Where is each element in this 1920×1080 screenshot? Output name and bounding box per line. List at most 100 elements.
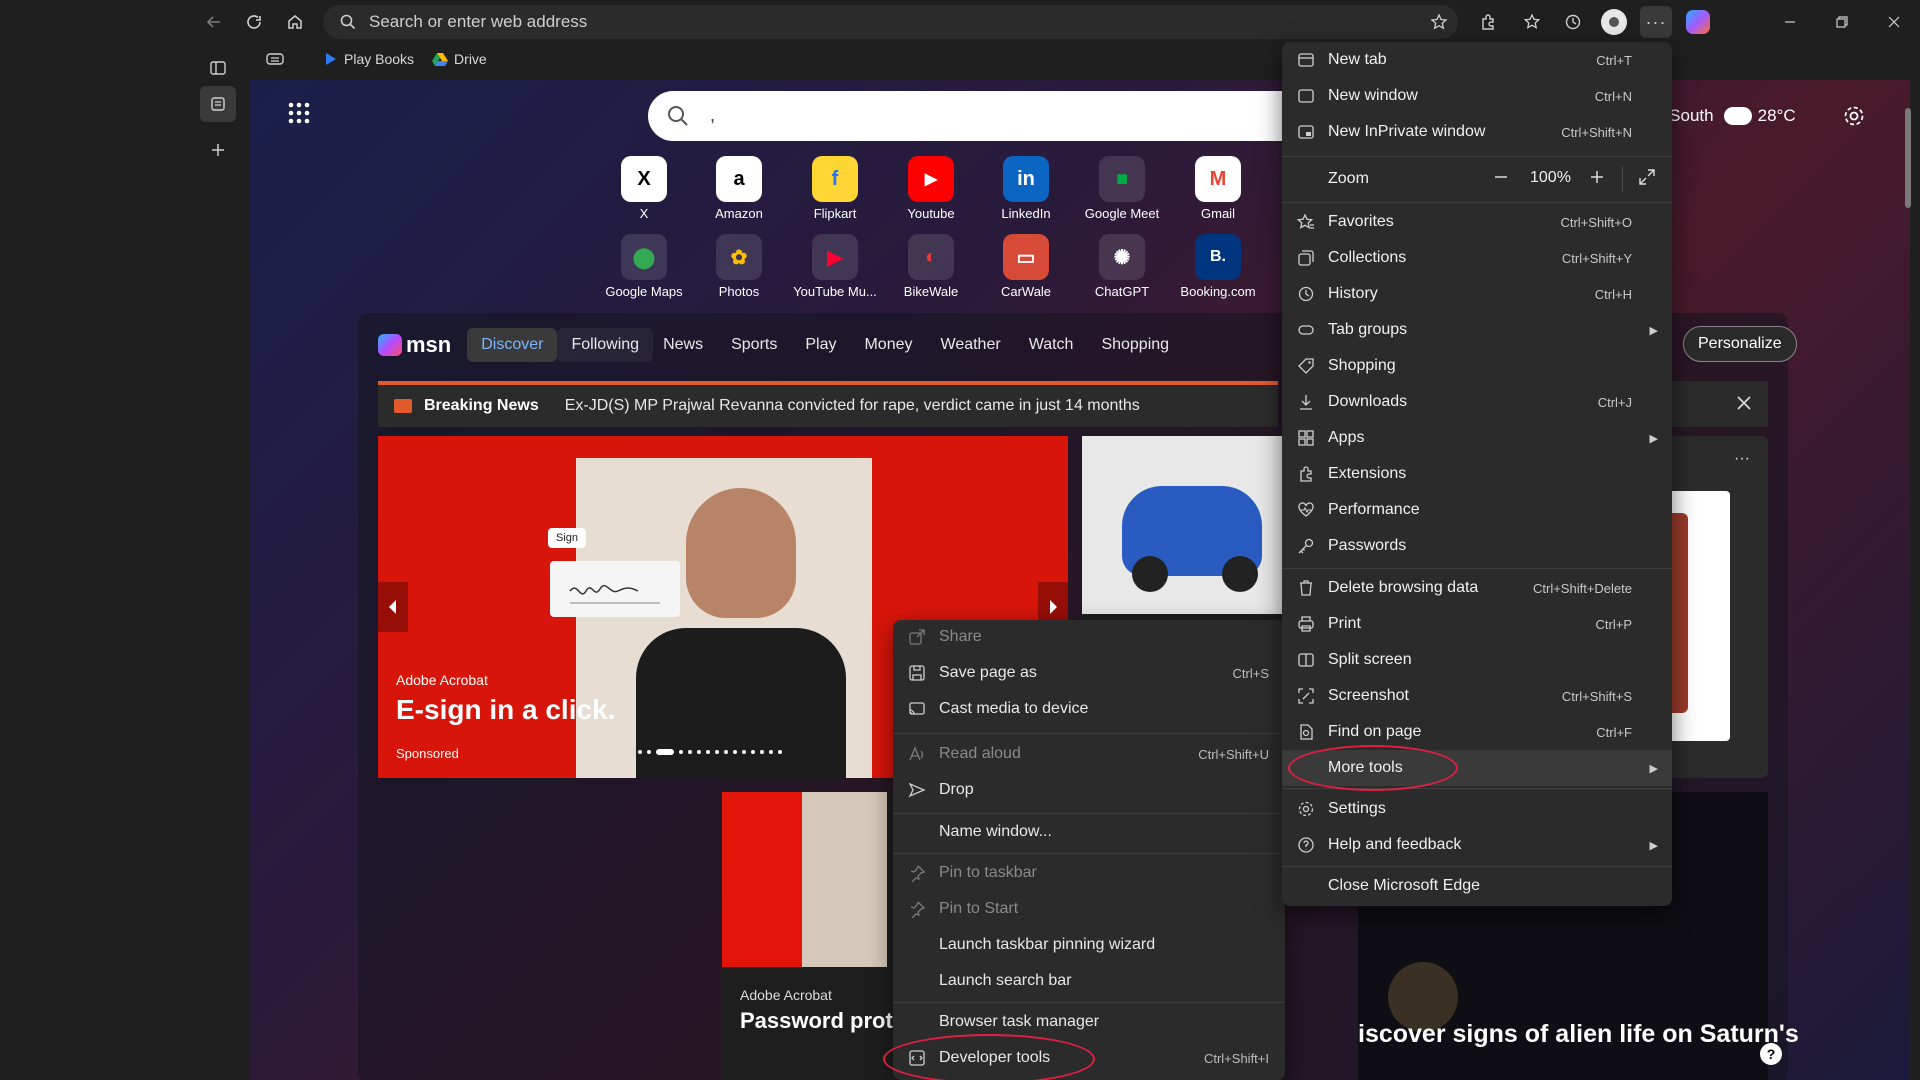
menu-item-browser-task-manager[interactable]: Browser task manager	[893, 1005, 1285, 1039]
star-icon[interactable]	[1430, 13, 1448, 31]
settings-and-more-button[interactable]: ···	[1640, 6, 1672, 38]
menu-item-cast-media[interactable]: Cast media to device	[893, 692, 1285, 726]
active-tab[interactable]	[200, 86, 236, 122]
menu-item-launch-search-bar[interactable]: Launch search bar	[893, 964, 1285, 998]
menu-item-find-on-page[interactable]: Find on page Ctrl+F	[1282, 714, 1672, 750]
nav-tab-shopping[interactable]: Shopping	[1101, 336, 1169, 354]
back-button[interactable]	[198, 6, 230, 38]
menu-item-screenshot[interactable]: Screenshot Ctrl+Shift+S	[1282, 678, 1672, 714]
quick-link-youtube-music[interactable]: ▶ YouTube Mu...	[790, 234, 880, 299]
web-search-box[interactable]: ,	[648, 91, 1308, 141]
help-icon[interactable]: ?	[1760, 1043, 1782, 1065]
menu-item-history[interactable]: History Ctrl+H	[1282, 276, 1672, 312]
menu-item-name-window[interactable]: Name window...	[893, 815, 1285, 849]
bookmark-play-books[interactable]: Play Books	[324, 51, 414, 67]
history-button[interactable]	[1557, 6, 1589, 38]
menu-item-help-feedback[interactable]: Help and feedback ▶	[1282, 827, 1672, 863]
msn-logo[interactable]: msn	[378, 332, 451, 358]
personalize-button[interactable]: Personalize	[1683, 326, 1797, 362]
menu-item-pin-to-taskbar[interactable]: Pin to taskbar	[893, 856, 1285, 890]
nav-tab-discover[interactable]: Discover	[467, 328, 558, 362]
menu-item-extensions[interactable]: Extensions	[1282, 456, 1672, 492]
menu-item-pin-to-start[interactable]: Pin to Start	[893, 892, 1285, 926]
quick-link-bikewale[interactable]: ◐ BikeWale	[886, 234, 976, 299]
menu-item-new-tab[interactable]: New tab Ctrl+T	[1282, 42, 1672, 78]
page-settings-button[interactable]	[1842, 104, 1866, 128]
quick-link-chatgpt[interactable]: ✺ ChatGPT	[1077, 234, 1167, 299]
menu-item-new-window[interactable]: New window Ctrl+N	[1282, 78, 1672, 114]
menu-item-performance[interactable]: Performance	[1282, 492, 1672, 528]
quick-link-google-meet[interactable]: ■ Google Meet	[1077, 156, 1167, 221]
menu-item-delete-browsing-data[interactable]: Delete browsing data Ctrl+Shift+Delete	[1282, 570, 1672, 606]
bookmark-item-collection[interactable]	[266, 52, 284, 66]
refresh-button[interactable]	[238, 6, 270, 38]
menu-item-label: Read aloud	[939, 745, 1021, 762]
quick-link-carwale[interactable]: ▭ CarWale	[981, 234, 1071, 299]
nav-tab-news[interactable]: News	[663, 336, 703, 354]
nav-tab-watch[interactable]: Watch	[1029, 336, 1074, 354]
scrollbar-thumb[interactable]	[1905, 108, 1911, 208]
menu-item-downloads[interactable]: Downloads Ctrl+J	[1282, 384, 1672, 420]
nav-tab-weather[interactable]: Weather	[941, 336, 1001, 354]
quick-link-linkedin[interactable]: in LinkedIn	[981, 156, 1071, 221]
hero-prev-button[interactable]	[378, 582, 408, 632]
nav-tab-following[interactable]: Following	[557, 328, 654, 362]
browser-toolbar: Search or enter web address ···	[0, 0, 1920, 44]
weather-widget[interactable]: u South 28°C	[1655, 106, 1796, 126]
save-icon	[907, 663, 927, 683]
menu-item-tab-groups[interactable]: Tab groups ▶	[1282, 312, 1672, 348]
menu-item-read-aloud[interactable]: Read aloud Ctrl+Shift+U	[893, 737, 1285, 771]
bookmark-drive[interactable]: Drive	[432, 51, 487, 67]
quick-link-google-maps[interactable]: ⬤ Google Maps	[599, 234, 689, 299]
menu-item-taskbar-pinning-wizard[interactable]: Launch taskbar pinning wizard	[893, 928, 1285, 962]
quick-link-gmail[interactable]: M Gmail	[1173, 156, 1263, 221]
apps-launcher-button[interactable]	[288, 102, 310, 124]
favorites-button[interactable]	[1516, 6, 1548, 38]
bookmarks-bar: Play Books Drive	[250, 44, 505, 74]
quick-link-x[interactable]: XX	[599, 156, 689, 221]
zoom-in-button[interactable]	[1588, 168, 1606, 186]
page-scrollbar[interactable]	[1902, 84, 1914, 1080]
zoom-value: 100%	[1530, 169, 1571, 186]
zoom-out-button[interactable]	[1492, 168, 1510, 186]
tab-actions-button[interactable]	[200, 50, 236, 86]
home-button[interactable]	[279, 6, 311, 38]
minimize-button[interactable]	[1774, 6, 1806, 38]
profile-button[interactable]	[1598, 6, 1630, 38]
menu-item-share[interactable]: Share	[893, 620, 1285, 654]
menu-item-apps[interactable]: Apps ▶	[1282, 420, 1672, 456]
menu-item-split-screen[interactable]: Split screen	[1282, 642, 1672, 678]
restore-button[interactable]	[1826, 6, 1858, 38]
carousel-dots[interactable]	[638, 748, 818, 756]
address-bar[interactable]: Search or enter web address	[323, 5, 1458, 39]
extensions-button[interactable]	[1472, 6, 1504, 38]
menu-item-print[interactable]: Print Ctrl+P	[1282, 606, 1672, 642]
nav-tab-sports[interactable]: Sports	[731, 336, 777, 354]
quick-link-youtube[interactable]: ▶ Youtube	[886, 156, 976, 221]
menu-item-new-inprivate[interactable]: New InPrivate window Ctrl+Shift+N	[1282, 114, 1672, 150]
quick-link-photos[interactable]: ✿ Photos	[694, 234, 784, 299]
quick-link-booking[interactable]: B. Booking.com	[1173, 234, 1263, 299]
menu-item-close-edge[interactable]: Close Microsoft Edge	[1282, 868, 1672, 904]
breaking-news-bar[interactable]: Breaking News Ex-JD(S) MP Prajwal Revann…	[378, 381, 1278, 427]
fullscreen-button[interactable]	[1638, 168, 1656, 186]
menu-item-settings[interactable]: Settings	[1282, 791, 1672, 827]
card-title: iscover signs of alien life on Saturn's	[1358, 1020, 1799, 1048]
card-more-options[interactable]: ···	[1734, 450, 1750, 468]
menu-item-passwords[interactable]: Passwords	[1282, 528, 1672, 564]
nav-tab-money[interactable]: Money	[864, 336, 912, 354]
menu-item-save-page-as[interactable]: Save page as Ctrl+S	[893, 656, 1285, 690]
nav-tab-play[interactable]: Play	[805, 336, 836, 354]
close-breaking-button[interactable]	[1736, 395, 1752, 411]
quick-link-flipkart[interactable]: f Flipkart	[790, 156, 880, 221]
new-tab-button[interactable]	[200, 132, 236, 168]
quick-link-amazon[interactable]: a Amazon	[694, 156, 784, 221]
menu-item-shopping[interactable]: Shopping	[1282, 348, 1672, 384]
copilot-button[interactable]	[1682, 6, 1714, 38]
pin-icon	[907, 899, 927, 919]
menu-item-drop[interactable]: Drop	[893, 773, 1285, 807]
menu-item-favorites[interactable]: Favorites Ctrl+Shift+O	[1282, 204, 1672, 240]
menu-item-collections[interactable]: Collections Ctrl+Shift+Y	[1282, 240, 1672, 276]
apps-icon	[1296, 428, 1316, 448]
close-window-button[interactable]	[1878, 6, 1910, 38]
